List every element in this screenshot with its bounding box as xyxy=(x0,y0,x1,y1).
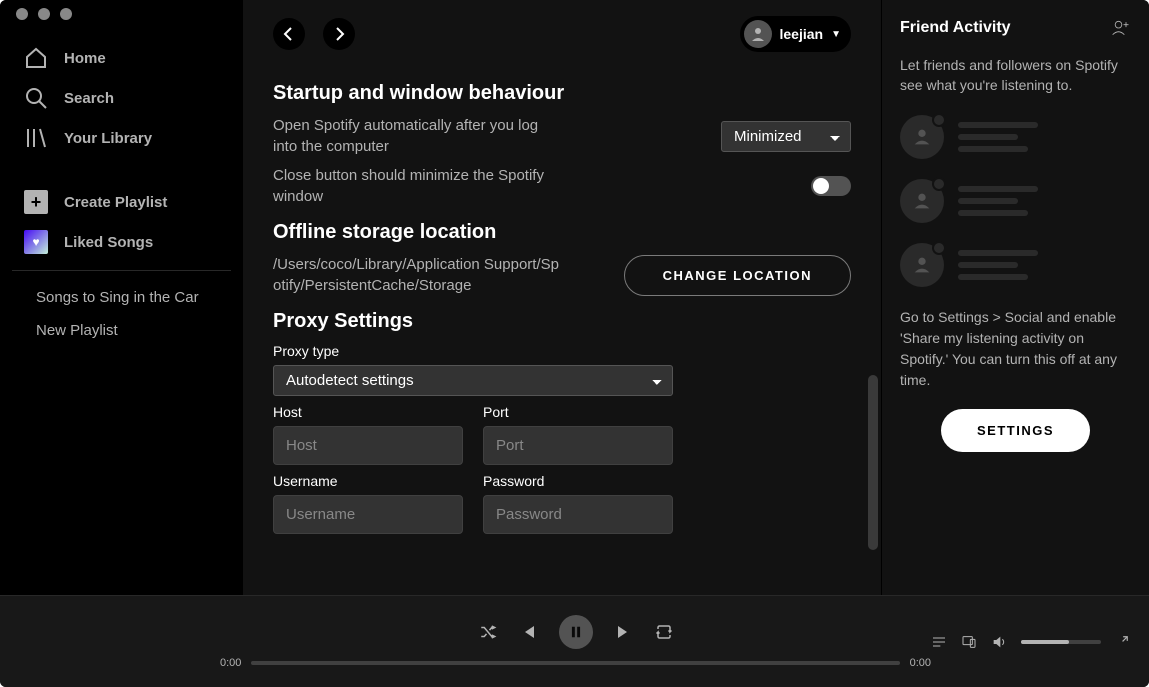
play-pause-button[interactable] xyxy=(559,615,593,649)
time-duration: 0:00 xyxy=(910,657,931,669)
nav-label: Search xyxy=(64,90,114,107)
user-icon xyxy=(911,254,933,276)
close-minimize-toggle[interactable] xyxy=(811,176,851,196)
playlist-item[interactable]: New Playlist xyxy=(36,314,207,347)
fullscreen-button[interactable] xyxy=(1115,635,1129,649)
create-playlist[interactable]: + Create Playlist xyxy=(0,182,243,222)
pause-icon xyxy=(569,625,583,639)
autostart-select[interactable]: Minimized xyxy=(721,121,851,152)
friend-desc: Let friends and followers on Spotify see… xyxy=(900,56,1131,95)
change-location-button[interactable]: CHANGE LOCATION xyxy=(624,255,851,296)
username-label: Username xyxy=(273,473,463,489)
proxy-type-label: Proxy type xyxy=(273,343,851,359)
shuffle-button[interactable] xyxy=(479,623,497,641)
friend-placeholder xyxy=(900,179,1131,223)
nav-forward-button[interactable] xyxy=(323,18,355,50)
queue-button[interactable] xyxy=(931,634,947,650)
sidebar: Home Search Your Library + Create Playli… xyxy=(0,0,243,595)
chevron-right-icon xyxy=(331,26,347,42)
storage-path: /Users/coco/Library/Application Support/… xyxy=(273,254,563,296)
username: leejian xyxy=(780,26,824,42)
proxy-type-select[interactable]: Autodetect settings xyxy=(273,365,673,396)
chevron-left-icon xyxy=(281,26,297,42)
progress-bar[interactable] xyxy=(251,661,899,665)
volume-slider[interactable] xyxy=(1021,640,1101,644)
section-heading-proxy: Proxy Settings xyxy=(273,310,851,333)
section-heading-storage: Offline storage location xyxy=(273,221,851,244)
autostart-description: Open Spotify automatically after you log… xyxy=(273,115,553,157)
friend-settings-button[interactable]: SETTINGS xyxy=(941,409,1090,452)
host-input[interactable] xyxy=(273,426,463,465)
user-menu[interactable]: leejian ▼ xyxy=(740,16,852,52)
window-controls xyxy=(0,8,243,34)
caret-down-icon: ▼ xyxy=(831,29,841,40)
playlist-list: Songs to Sing in the Car New Playlist xyxy=(12,270,231,357)
section-heading-startup: Startup and window behaviour xyxy=(273,82,851,105)
port-input[interactable] xyxy=(483,426,673,465)
heart-icon: ♥ xyxy=(24,230,48,254)
settings-scroll[interactable]: Startup and window behaviour Open Spotif… xyxy=(243,60,881,595)
password-label: Password xyxy=(483,473,673,489)
nav-back-button[interactable] xyxy=(273,18,305,50)
home-icon xyxy=(24,46,48,70)
user-icon xyxy=(911,190,933,212)
devices-button[interactable] xyxy=(961,634,977,650)
scrollbar[interactable] xyxy=(868,375,878,550)
host-label: Host xyxy=(273,404,463,420)
avatar xyxy=(744,20,772,48)
sidebar-item-home[interactable]: Home xyxy=(8,38,235,78)
friend-activity-panel: Friend Activity Let friends and follower… xyxy=(881,0,1149,595)
plus-icon: + xyxy=(24,190,48,214)
sidebar-item-library[interactable]: Your Library xyxy=(8,118,235,158)
friend-hint: Go to Settings > Social and enable 'Shar… xyxy=(900,307,1131,391)
sidebar-item-search[interactable]: Search xyxy=(8,78,235,118)
window-close[interactable] xyxy=(16,8,28,20)
add-friend-icon[interactable] xyxy=(1111,18,1131,38)
search-icon xyxy=(24,86,48,110)
liked-songs[interactable]: ♥ Liked Songs xyxy=(0,222,243,262)
previous-button[interactable] xyxy=(519,623,537,641)
friend-activity-title: Friend Activity xyxy=(900,19,1011,37)
next-button[interactable] xyxy=(615,623,633,641)
nav-label: Your Library xyxy=(64,130,152,147)
nav-label: Home xyxy=(64,50,106,67)
time-elapsed: 0:00 xyxy=(220,657,241,669)
friend-placeholder xyxy=(900,243,1131,287)
port-label: Port xyxy=(483,404,673,420)
window-maximize[interactable] xyxy=(60,8,72,20)
playlist-item[interactable]: Songs to Sing in the Car xyxy=(36,281,207,314)
library-icon xyxy=(24,126,48,150)
repeat-button[interactable] xyxy=(655,623,673,641)
user-icon xyxy=(911,126,933,148)
close-minimize-description: Close button should minimize the Spotify… xyxy=(273,165,553,207)
friend-placeholder xyxy=(900,115,1131,159)
main-content: leejian ▼ Startup and window behaviour O… xyxy=(243,0,881,595)
username-input[interactable] xyxy=(273,495,463,534)
password-input[interactable] xyxy=(483,495,673,534)
window-minimize[interactable] xyxy=(38,8,50,20)
player-bar: 0:00 0:00 xyxy=(0,595,1149,687)
user-icon xyxy=(750,26,766,42)
volume-icon[interactable] xyxy=(991,634,1007,650)
